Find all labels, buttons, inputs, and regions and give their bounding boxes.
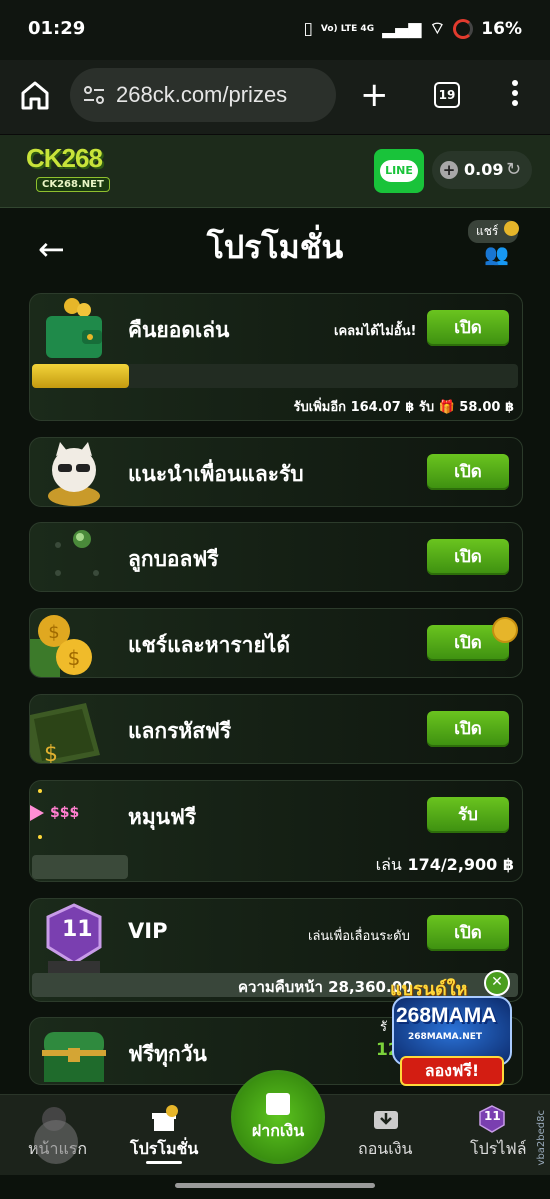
site-header: CK268 CK268.NET LINE + 0.09 ↻ bbox=[0, 135, 550, 208]
home-icon[interactable] bbox=[18, 78, 52, 112]
url-text[interactable]: 268ck.com/prizes bbox=[116, 82, 287, 108]
card-title: แลกรหัสฟรี bbox=[128, 719, 232, 743]
ad-close-icon[interactable]: ✕ bbox=[484, 970, 510, 996]
promo-card-spin[interactable]: $$$ หมุนฟรี รับ เล่น 174/2,900 ฿ bbox=[29, 780, 523, 882]
share-button[interactable]: แชร์ 👥 bbox=[468, 220, 524, 266]
version-tag: vba2bed8c bbox=[536, 1110, 547, 1166]
coins-icon: $ $ bbox=[30, 615, 92, 677]
network-label: Vo) LTE 4G bbox=[320, 23, 375, 34]
slot-icon: $$$ bbox=[30, 789, 120, 841]
new-tab-icon[interactable]: + bbox=[360, 78, 389, 112]
rebate-progress-bar bbox=[32, 364, 518, 388]
spin-progress-fill bbox=[32, 855, 128, 879]
card-title: ฟรีทุกวัน bbox=[128, 1042, 207, 1066]
signal-icon: ▂▄▆ bbox=[382, 18, 422, 39]
spin-footer-prefix: เล่น bbox=[375, 855, 402, 874]
spin-progress-bar bbox=[32, 855, 128, 879]
nav-active-indicator bbox=[146, 1161, 182, 1164]
floating-ad-268mama[interactable]: แบรนด์ให 268MAMA 268MAMA.NET ลองฟรี! ✕ bbox=[386, 968, 514, 1090]
vip-open-button[interactable]: เปิด bbox=[427, 915, 509, 951]
line-contact-button[interactable]: LINE bbox=[374, 149, 424, 193]
tab-switcher-button[interactable]: 19 bbox=[434, 82, 460, 108]
card-title: VIP bbox=[128, 919, 168, 943]
balance-pill: + 0.09 ↻ bbox=[432, 151, 532, 189]
status-icons: ▯ Vo) LTE 4G ▂▄▆ ⌔ 16% bbox=[303, 18, 522, 39]
card-title: แชร์และหารายได้ bbox=[128, 633, 290, 657]
status-bar: 01:29 ▯ Vo) LTE 4G ▂▄▆ ⌔ 16% bbox=[0, 0, 550, 60]
rebate-progress-fill bbox=[32, 364, 130, 388]
address-bar[interactable]: 268ck.com/prizes bbox=[70, 68, 336, 122]
promo-card-code[interactable]: $ แลกรหัสฟรี เปิด bbox=[29, 694, 523, 764]
card-title: ลูกบอลฟรี bbox=[128, 547, 219, 571]
gift-icon bbox=[152, 1105, 178, 1131]
coin-icon bbox=[504, 221, 519, 236]
rebate-open-button[interactable]: เปิด bbox=[427, 310, 509, 346]
treasure-chest-icon bbox=[42, 1032, 106, 1082]
spin-claim-button[interactable]: รับ bbox=[427, 797, 509, 833]
logo-subtext: CK268.NET bbox=[36, 177, 110, 192]
deposit-label: ฝากเงิน bbox=[251, 1121, 305, 1140]
site-settings-icon[interactable] bbox=[82, 83, 106, 107]
refresh-icon[interactable]: ↻ bbox=[506, 159, 521, 180]
vip-badge-number: 11 bbox=[62, 917, 93, 942]
spin-footer: เล่น 174/2,900 ฿ bbox=[376, 853, 514, 878]
slot-icon-text: $$$ bbox=[50, 805, 80, 821]
card-note: เคลมได้ไม่อั้น! bbox=[334, 324, 417, 339]
card-title: หมุนฟรี bbox=[128, 805, 197, 829]
site-logo[interactable]: CK268 CK268.NET bbox=[26, 143, 118, 199]
browser-menu-icon[interactable] bbox=[510, 80, 520, 110]
battery-icon bbox=[453, 18, 474, 39]
battery-text: 16% bbox=[481, 18, 522, 39]
status-time: 01:29 bbox=[28, 18, 86, 39]
vibrate-icon: ▯ bbox=[303, 18, 313, 39]
card-note: เล่นเพื่อเลื่อนระดับ bbox=[308, 929, 410, 944]
nav-profile-label: โปรไฟล์ bbox=[470, 1139, 527, 1158]
card-title: คืนยอดเล่น bbox=[128, 318, 230, 342]
browser-toolbar: 268ck.com/prizes + 19 bbox=[0, 60, 550, 135]
rebate-footer: รับเพิ่มอีก 164.07 ฿ รับ 🎁 58.00 ฿ bbox=[293, 400, 514, 415]
nav-promotions-label: โปรโมชั่น bbox=[130, 1139, 199, 1158]
deposit-button[interactable]: ฝากเงิน bbox=[231, 1070, 325, 1164]
wifi-icon: ⌔ bbox=[429, 19, 446, 39]
ad-try-free-button[interactable]: ลองฟรี! bbox=[400, 1056, 504, 1086]
card-title: แนะนำเพื่อนและรับ bbox=[128, 462, 304, 486]
svg-text:$: $ bbox=[44, 742, 58, 764]
promo-card-share[interactable]: $ $ แชร์และหารายได้ เปิด bbox=[29, 608, 523, 678]
coin-icon bbox=[492, 617, 518, 643]
balance-amount: 0.09 bbox=[464, 160, 504, 179]
ad-site: 268MAMA.NET bbox=[408, 1032, 483, 1042]
nav-profile-badge: 11 bbox=[484, 1109, 501, 1123]
users-icon: 👥 bbox=[484, 242, 509, 266]
referral-open-button[interactable]: เปิด bbox=[427, 454, 509, 490]
ball-icon bbox=[55, 530, 99, 576]
gesture-bar bbox=[175, 1183, 375, 1188]
svg-text:$: $ bbox=[68, 646, 81, 670]
nav-withdraw-label: ถอนเงิน bbox=[358, 1139, 413, 1158]
ticket-icon: $ bbox=[30, 703, 100, 764]
svg-text:$: $ bbox=[48, 622, 59, 643]
spin-footer-value: 174/2,900 ฿ bbox=[407, 855, 514, 874]
promo-card-freeball[interactable]: ลูกบอลฟรี เปิด bbox=[29, 522, 523, 592]
line-label: LINE bbox=[380, 160, 418, 182]
freeball-open-button[interactable]: เปิด bbox=[427, 539, 509, 575]
deposit-icon bbox=[266, 1093, 290, 1115]
floating-chat-icon[interactable] bbox=[34, 1120, 78, 1164]
promo-card-rebate[interactable]: คืนยอดเล่น เคลมได้ไม่อั้น! เปิด รับเพิ่ม… bbox=[29, 293, 523, 421]
cat-mascot-icon bbox=[48, 442, 100, 506]
logo-text: CK268 bbox=[26, 143, 103, 173]
wallet-icon bbox=[46, 298, 102, 358]
promo-card-referral[interactable]: แนะนำเพื่อนและรับ เปิด bbox=[29, 437, 523, 507]
add-funds-icon[interactable]: + bbox=[440, 161, 458, 179]
ad-brand: 268MAMA bbox=[396, 1004, 497, 1027]
code-open-button[interactable]: เปิด bbox=[427, 711, 509, 747]
withdraw-icon bbox=[374, 1111, 398, 1129]
